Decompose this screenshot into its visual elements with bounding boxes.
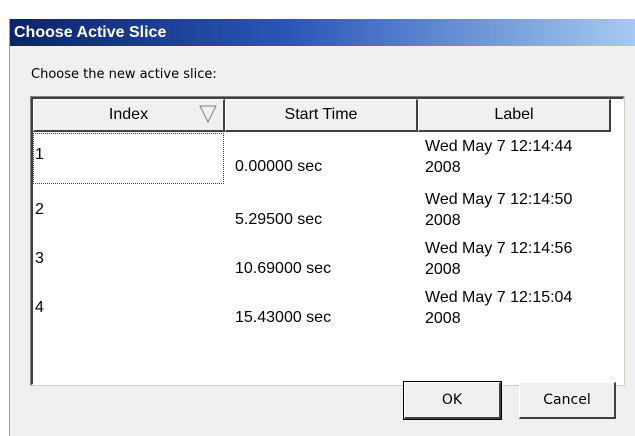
dialog-title: Choose Active Slice [10, 19, 635, 46]
column-header-label-label: Label [494, 106, 534, 123]
table-row-2-label-line1: Wed May 7 12:14:50 [425, 191, 573, 208]
table-row-3-label-line2: 2008 [425, 261, 461, 278]
column-header-index[interactable]: Index [33, 99, 225, 132]
cancel-button[interactable]: Cancel [519, 382, 616, 419]
table-row-2-start-time[interactable]: 5.29500 sec [235, 211, 415, 229]
column-header-label[interactable]: Label [418, 99, 611, 132]
table-row-1-start-time[interactable]: 0.00000 sec [235, 158, 415, 176]
table-row-1-label-line2: 2008 [425, 159, 461, 176]
table-row-1-label-line1: Wed May 7 12:14:44 [425, 138, 573, 155]
table-row-1-label[interactable]: Wed May 7 12:14:44 2008 [425, 136, 621, 178]
table-row-3-start-time[interactable]: 10.69000 sec [235, 260, 415, 278]
dialog-prompt: Choose the new active slice: [31, 67, 217, 82]
table-row-1-index[interactable]: 1 [33, 146, 224, 164]
column-header-start-time-label: Start Time [284, 106, 358, 123]
choose-active-slice-dialog: Choose Active Slice Choose the new activ… [9, 19, 635, 436]
column-header-index-label: Index [108, 106, 149, 123]
table-row-4-start-time[interactable]: 15.43000 sec [235, 309, 415, 327]
table-row-3-label-line1: Wed May 7 12:14:56 [425, 240, 573, 257]
column-header-start-time[interactable]: Start Time [225, 99, 418, 132]
table-row-2-index[interactable]: 2 [33, 201, 224, 219]
table-row-2-label[interactable]: Wed May 7 12:14:50 2008 [425, 189, 621, 231]
table-row-2-label-line2: 2008 [425, 212, 461, 229]
table-row-4-label-line1: Wed May 7 12:15:04 [425, 289, 573, 306]
table-row-4-label-line2: 2008 [425, 310, 461, 327]
ok-button[interactable]: OK [404, 382, 501, 419]
table-row-3-index[interactable]: 3 [33, 250, 224, 268]
sort-descending-icon [199, 105, 217, 123]
slice-table[interactable]: Index Start Time Label 1 0.00000 sec Wed… [31, 97, 624, 385]
table-row-3-label[interactable]: Wed May 7 12:14:56 2008 [425, 238, 621, 280]
table-row-4-index[interactable]: 4 [33, 299, 224, 317]
table-row-4-label[interactable]: Wed May 7 12:15:04 2008 [425, 287, 621, 329]
